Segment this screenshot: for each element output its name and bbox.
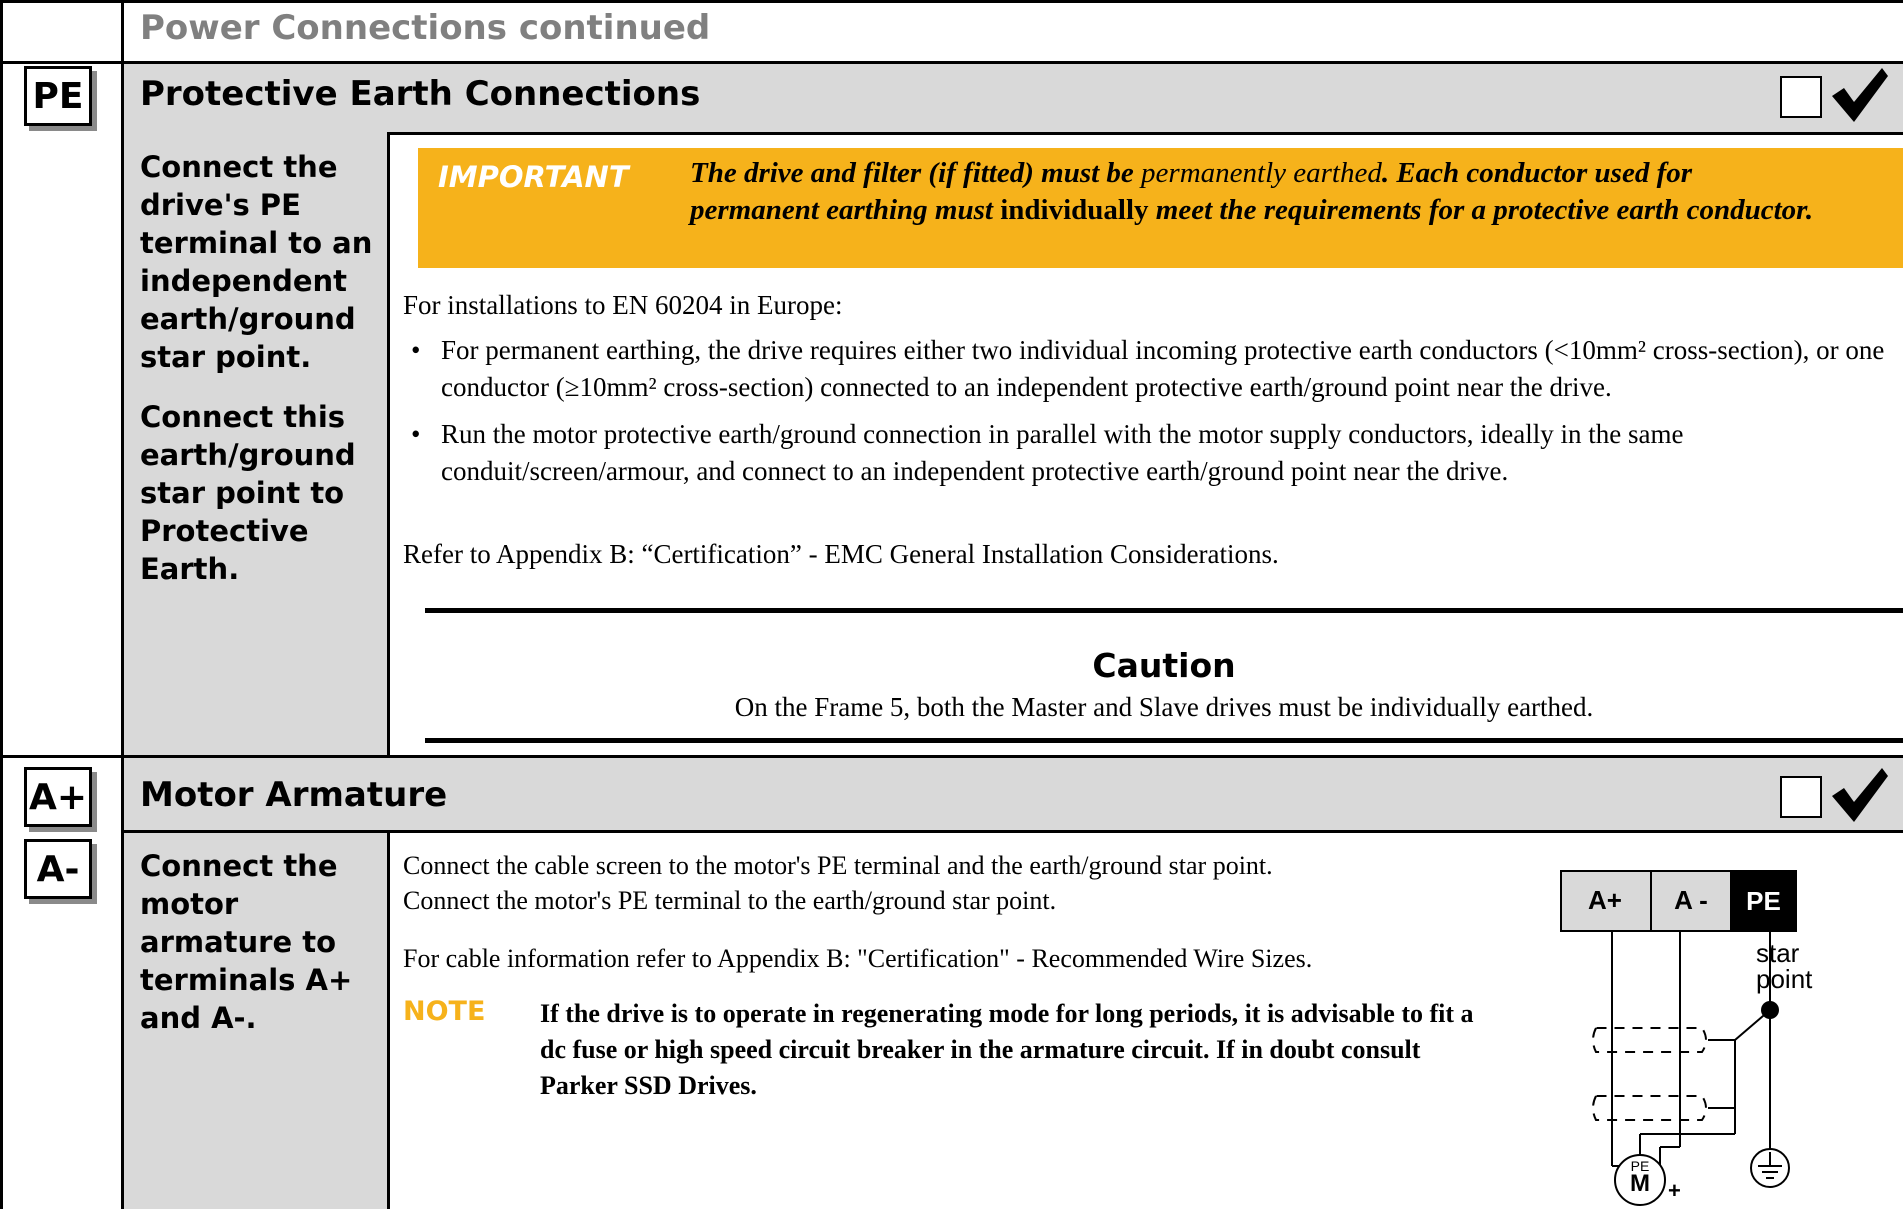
pe-panel-divider <box>387 132 390 756</box>
wiring-lines <box>1592 932 1790 1206</box>
pe-bullet-list: For permanent earthing, the drive requir… <box>403 332 1893 500</box>
checkmark-icon <box>1832 768 1888 822</box>
a-minus-tag: A- <box>24 839 92 899</box>
important-text: The drive and filter (if fitted) must be… <box>690 155 1820 229</box>
armature-checkbox[interactable] <box>1780 776 1822 818</box>
important-text-b: permanently earthed <box>1141 157 1382 189</box>
a-minus-tag-label: A- <box>36 848 80 890</box>
checkmark-icon <box>1832 68 1888 122</box>
motor-m-label: M <box>1630 1170 1650 1197</box>
note-label: NOTE <box>403 996 486 1027</box>
pe-instruction-1: Connect the drive's PE terminal to an in… <box>140 150 373 374</box>
important-text-a: The drive and filter (if fitted) must be <box>690 157 1142 189</box>
armature-panel-divider <box>387 833 390 1209</box>
armature-section-title: Motor Armature <box>140 775 448 815</box>
pe-instruction-2: Connect this earth/ground star point to … <box>140 400 356 586</box>
armature-cable-info: For cable information refer to Appendix … <box>403 944 1313 973</box>
caution-top-rule <box>425 608 1903 613</box>
caution-title: Caution <box>1092 646 1236 685</box>
pe-bullet-2: Run the motor protective earth/ground co… <box>403 416 1893 490</box>
armature-line-1: Connect the cable screen to the motor's … <box>403 851 1273 880</box>
pe-bullet-1: For permanent earthing, the drive requir… <box>403 332 1893 406</box>
frame-top-border <box>0 0 1903 3</box>
pe-title-left-border <box>0 61 124 64</box>
important-text-e: meet the requirements for a protective e… <box>1148 194 1814 226</box>
frame-left-border <box>0 0 3 1209</box>
a-plus-tag: A+ <box>24 767 92 827</box>
a-plus-tag-label: A+ <box>28 776 88 818</box>
caution-bottom-rule <box>425 738 1903 743</box>
pe-intro: For installations to EN 60204 in Europe: <box>403 290 843 320</box>
motor-plus-label: + <box>1668 1178 1681 1203</box>
important-text-d: individually <box>1000 194 1149 226</box>
pe-tag: PE <box>24 66 92 126</box>
armature-instruction: Connect the motor armature to terminals … <box>140 849 353 1035</box>
pe-section-title: Protective Earth Connections <box>140 74 701 114</box>
pe-refer: Refer to Appendix B: “Certification” - E… <box>403 539 1279 569</box>
caution-text: On the Frame 5, both the Master and Slav… <box>734 692 1594 722</box>
page-header: Power Connections continued <box>140 8 711 48</box>
note-text: If the drive is to operate in regenerati… <box>540 999 1474 1100</box>
important-label: IMPORTANT <box>438 160 629 194</box>
wiring-diagram: A+ A - PE star point PE M + <box>1560 870 1860 1209</box>
armature-line-2: Connect the motor's PE terminal to the e… <box>403 886 1057 915</box>
pe-tag-label: PE <box>32 75 84 117</box>
pe-checkbox[interactable] <box>1780 76 1822 118</box>
